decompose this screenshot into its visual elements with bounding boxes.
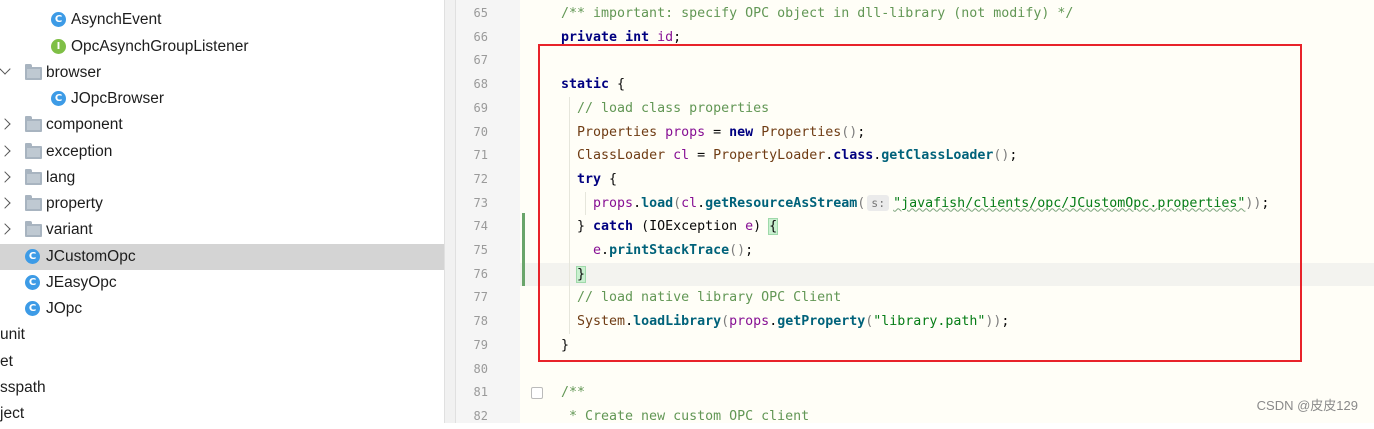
chevron-right-icon[interactable]: [0, 171, 11, 183]
tree-item-property[interactable]: property: [0, 191, 444, 217]
project-tree: C AsynchEvent I OpcAsynchGroupListener brows…: [0, 0, 444, 423]
tree-item-label: OpcAsynchGroupListener: [71, 38, 249, 55]
line-number[interactable]: 68: [456, 73, 488, 97]
tree-item-label: sspath: [0, 379, 46, 396]
tree-item-label: exception: [46, 143, 113, 160]
class-icon: C: [25, 301, 40, 316]
line-number[interactable]: 73: [456, 192, 488, 216]
line-number[interactable]: 71: [456, 144, 488, 168]
tree-item-label: JCustomOpc: [46, 248, 136, 265]
code-line[interactable]: * Create new custom OPC client: [561, 405, 809, 429]
chevron-right-icon[interactable]: [0, 145, 11, 157]
class-icon: C: [25, 249, 40, 264]
tree-item-ject[interactable]: ject: [0, 401, 444, 423]
panel-splitter[interactable]: [444, 0, 456, 423]
line-number[interactable]: 74: [456, 215, 488, 239]
tree-item-label: et: [0, 353, 13, 370]
tree-item-jeasyopc[interactable]: C JEasyOpc: [0, 270, 444, 296]
line-number[interactable]: 76: [456, 263, 488, 287]
code-line[interactable]: /**: [561, 381, 585, 405]
tree-item-label: unit: [0, 326, 25, 343]
folder-icon: [25, 143, 42, 159]
line-number[interactable]: 67: [456, 49, 488, 73]
code-token: int: [625, 29, 650, 45]
code-token: ;: [673, 29, 682, 45]
tree-item-label: property: [46, 195, 103, 212]
folder-icon: [25, 195, 42, 211]
vcs-change-marker[interactable]: [522, 213, 525, 286]
tree-item-asynchevent[interactable]: C AsynchEvent: [0, 7, 444, 33]
tree-item-label: lang: [46, 169, 76, 186]
code-token: private: [561, 29, 618, 45]
line-number[interactable]: 77: [456, 286, 488, 310]
line-number[interactable]: 79: [456, 334, 488, 358]
line-number[interactable]: 78: [456, 310, 488, 334]
chevron-right-icon[interactable]: [0, 118, 11, 130]
tree-item-label: component: [46, 116, 123, 133]
code-token: id: [657, 29, 674, 45]
tree-item-label: JOpc: [46, 300, 83, 317]
tree-item-et[interactable]: et: [0, 349, 444, 375]
tree-item-jopcbrowser[interactable]: C JOpcBrowser: [0, 86, 444, 112]
tree-item-opcasynchgrouplistener[interactable]: I OpcAsynchGroupListener: [0, 34, 444, 60]
line-number[interactable]: 81: [456, 381, 488, 405]
line-number[interactable]: 66: [456, 26, 488, 50]
code-token: * Create new custom OPC client: [561, 408, 810, 424]
tree-item-label: browser: [46, 64, 102, 81]
tree-item-label: variant: [46, 221, 93, 238]
line-number[interactable]: 70: [456, 121, 488, 145]
line-number[interactable]: 80: [456, 358, 488, 382]
tree-item-label: AsynchEvent: [71, 11, 162, 28]
interface-icon: I: [51, 39, 66, 54]
folder-icon: [25, 116, 42, 132]
tree-item-variant[interactable]: variant: [0, 217, 444, 243]
class-icon: C: [51, 91, 66, 106]
tree-item-label: JOpcBrowser: [71, 90, 165, 107]
tree-item-sspath[interactable]: sspath: [0, 375, 444, 401]
class-icon: C: [51, 12, 66, 27]
chevron-right-icon[interactable]: [0, 197, 11, 209]
folder-icon: [25, 64, 42, 80]
line-number[interactable]: 69: [456, 97, 488, 121]
tree-item-jopc[interactable]: C JOpc: [0, 296, 444, 322]
code-line[interactable]: /** important: specify OPC object in dll…: [561, 2, 1073, 26]
tree-item-browser[interactable]: browser: [0, 60, 444, 86]
folder-icon: [25, 169, 42, 185]
code-token: /** important: specify OPC object in dll…: [561, 6, 1074, 21]
tree-item-lang[interactable]: lang: [0, 165, 444, 191]
tree-item-exception[interactable]: exception: [0, 139, 444, 165]
folder-icon: [25, 221, 42, 237]
tree-item-label: ject: [0, 405, 25, 422]
annotation-highlight-box: [538, 44, 1302, 362]
class-icon: C: [25, 275, 40, 290]
code-token: /**: [561, 385, 586, 401]
chevron-right-icon[interactable]: [0, 223, 11, 235]
line-number[interactable]: 65: [456, 2, 488, 26]
chevron-down-icon[interactable]: [0, 63, 11, 75]
tree-item-label: JEasyOpc: [46, 274, 117, 291]
fold-icon[interactable]: [531, 387, 543, 399]
tree-item-jcustomopc[interactable]: C JCustomOpc: [0, 244, 444, 270]
line-number[interactable]: 72: [456, 168, 488, 192]
line-number[interactable]: 75: [456, 239, 488, 263]
tree-item-unit[interactable]: unit: [0, 322, 444, 348]
line-number[interactable]: 82: [456, 405, 488, 429]
tree-item-component[interactable]: component: [0, 112, 444, 138]
watermark: CSDN @皮皮129: [1256, 398, 1358, 413]
